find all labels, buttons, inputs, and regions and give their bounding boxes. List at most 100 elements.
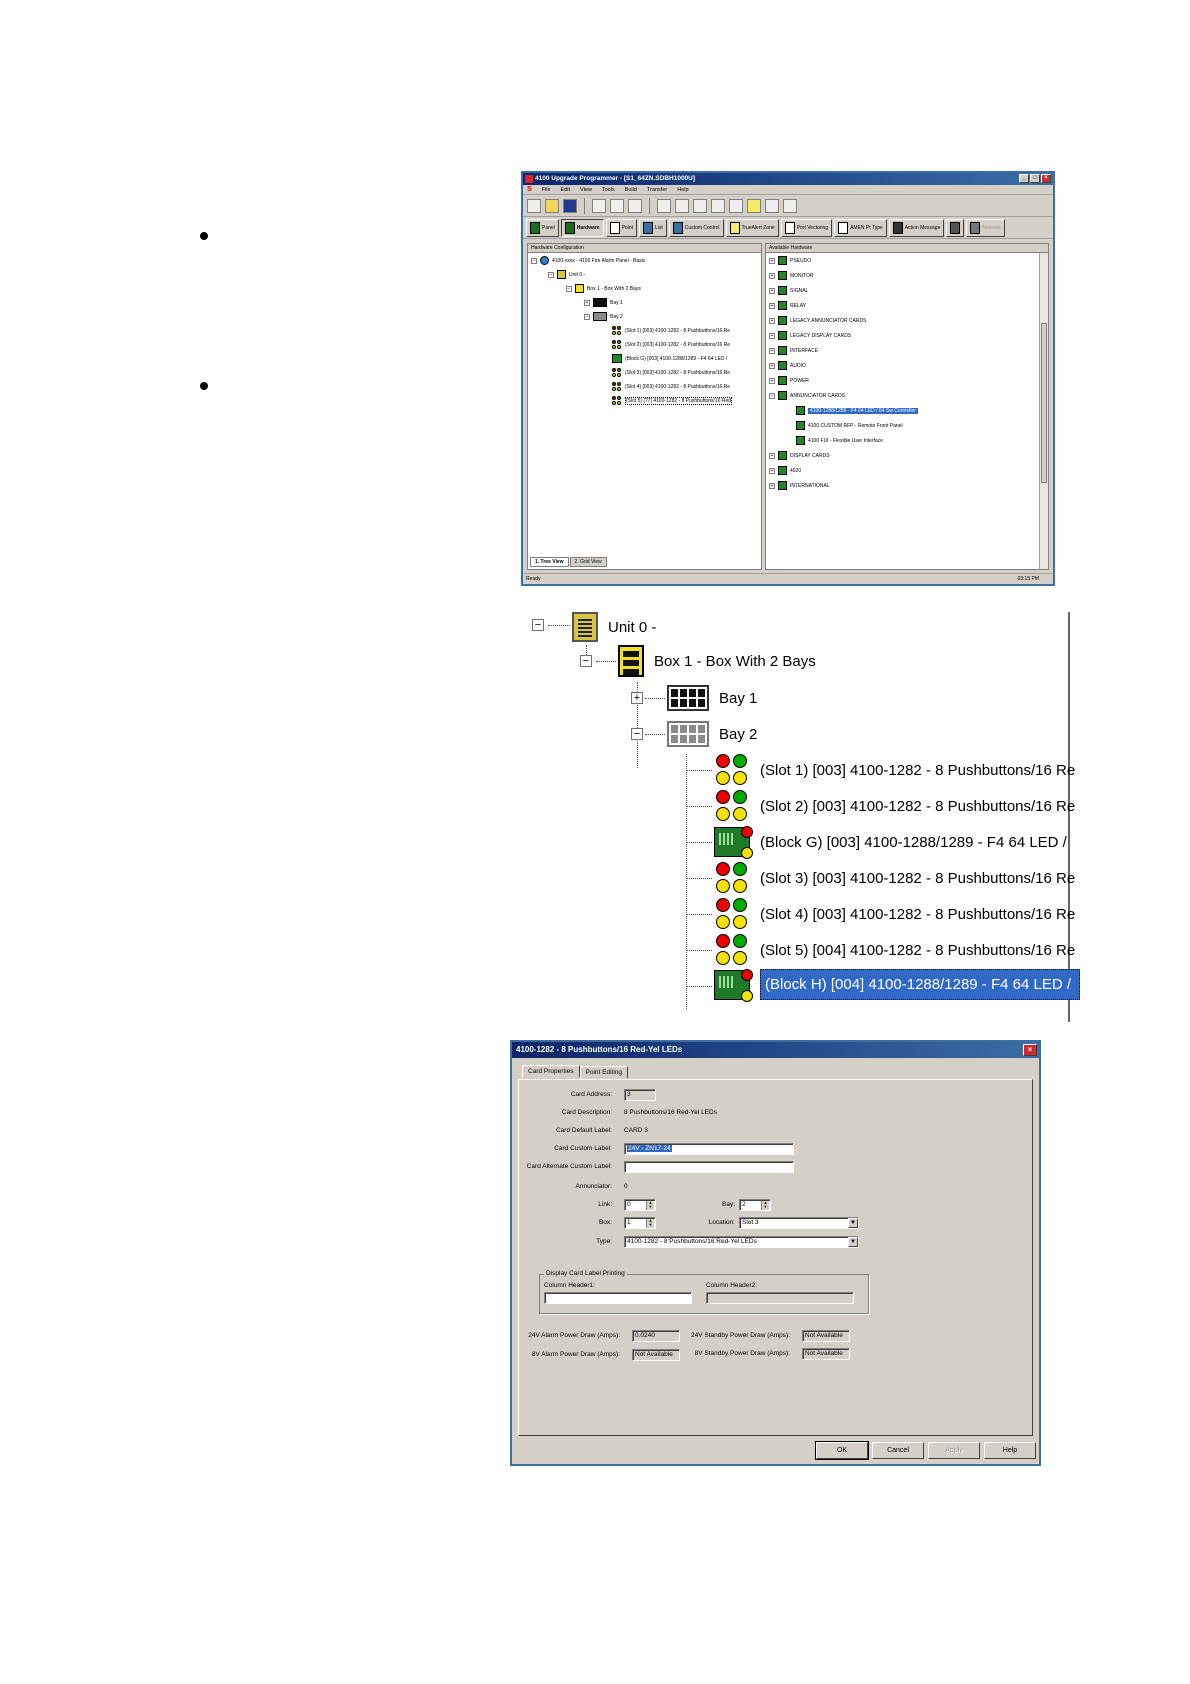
minimize-button[interactable]: _ (1019, 174, 1029, 183)
collapse-icon[interactable]: − (531, 257, 537, 264)
link-spinner[interactable]: 0 ▲ ▼ (624, 1199, 656, 1211)
tab-hardware[interactable]: Hardware (560, 218, 604, 237)
tab-grid-view[interactable]: 2. Grid View (569, 557, 607, 567)
spinner-arrows-icon[interactable]: ▲ ▼ (761, 1201, 769, 1210)
available-child[interactable]: 4100 CUSTOM RFP - Remote Front Panel (796, 421, 903, 430)
expand-icon[interactable]: + (769, 332, 775, 339)
tab-monitor-view[interactable] (946, 218, 965, 237)
expand-icon[interactable]: + (769, 347, 775, 354)
menu-file[interactable]: File (542, 187, 551, 193)
scrollbar-thumb[interactable] (1041, 323, 1047, 483)
tree-node-slot[interactable]: (Slot 4) [003] 4100-1282 - 8 Pushbuttons… (612, 382, 730, 392)
copy-icon[interactable] (610, 198, 624, 213)
tree-node-slot-selected[interactable]: (Slot 5) [?7] 4100-1282 - 8 Pushbuttons/… (612, 396, 733, 406)
zoom-node-block-selected[interactable]: (Block H) [004] 4100-1288/1289 - F4 64 L… (714, 968, 1080, 1002)
help-pointer-icon[interactable] (783, 198, 797, 213)
ok-button[interactable]: OK (815, 1441, 869, 1460)
checklist-icon[interactable] (711, 198, 725, 213)
available-item[interactable]: + LEGACY ANNUNCIATOR CARDS (769, 316, 866, 325)
zoom-node-block[interactable]: (Block G) [003] 4100-1288/1289 - F4 64 L… (714, 826, 1067, 859)
tree-node-box[interactable]: − Box 1 - Box With 2 Bays (566, 284, 641, 293)
collapse-icon[interactable]: − (769, 392, 775, 399)
available-item[interactable]: + LEGACY DISPLAY CARDS (769, 331, 851, 340)
tab-list[interactable]: List (639, 218, 667, 237)
zoom-node-bay2[interactable]: Bay 2 (667, 721, 757, 747)
available-item[interactable]: +4020 (769, 466, 801, 475)
bay-spinner[interactable]: 2 ▲ ▼ (739, 1199, 771, 1211)
collapse-icon[interactable]: − (532, 619, 544, 631)
expand-icon[interactable]: + (769, 482, 775, 489)
tree-node-bay1[interactable]: + Bay 1 (584, 298, 623, 307)
menu-help[interactable]: Help (677, 187, 688, 193)
dialog-close-button[interactable]: × (1023, 1044, 1037, 1056)
tab-network[interactable]: Network (966, 218, 1005, 237)
tools-icon[interactable] (765, 198, 779, 213)
collapse-icon[interactable]: − (584, 313, 590, 320)
available-item-expanded[interactable]: − ANNUNCIATOR CARDS (769, 391, 845, 400)
expand-icon[interactable]: + (769, 287, 775, 294)
open-folder-icon[interactable] (545, 198, 559, 213)
cut-icon[interactable] (592, 198, 606, 213)
zoom-node-slot[interactable]: (Slot 1) [003] 4100-1282 - 8 Pushbuttons… (714, 754, 1075, 786)
tab-point-editing[interactable]: Point Editing (579, 1066, 629, 1078)
available-item[interactable]: + PSEUDO (769, 256, 811, 265)
download-icon[interactable] (729, 198, 743, 213)
cancel-button[interactable]: Cancel (872, 1442, 924, 1459)
type-select[interactable]: 4100-1282 - 8 Pushbuttons/16 Red-Yel LED… (624, 1236, 859, 1248)
location-select[interactable]: Slot 3 ▼ (739, 1217, 859, 1229)
zoom-node-slot[interactable]: (Slot 2) [003] 4100-1282 - 8 Pushbuttons… (714, 790, 1075, 822)
collapse-icon[interactable]: − (580, 655, 592, 667)
menu-view[interactable]: View (580, 187, 592, 193)
menu-build[interactable]: Build (625, 187, 637, 193)
available-item[interactable]: + POWER (769, 376, 809, 385)
card-alt-label-input[interactable] (624, 1161, 794, 1173)
transfer-icon[interactable] (693, 198, 707, 213)
zoom-node-unit[interactable]: Unit 0 - (572, 612, 656, 642)
tab-custom-control[interactable]: Custom Control (668, 218, 724, 237)
menu-transfer[interactable]: Transfer (647, 187, 667, 193)
expand-icon[interactable]: + (769, 272, 775, 279)
zoom-node-slot[interactable]: (Slot 5) [004] 4100-1282 - 8 Pushbuttons… (714, 934, 1075, 966)
tab-panel[interactable]: Panel (526, 218, 559, 237)
expand-icon[interactable]: + (631, 692, 643, 704)
zoom-node-box[interactable]: Box 1 - Box With 2 Bays (618, 645, 816, 677)
tab-card-properties[interactable]: Card Properties (522, 1065, 580, 1077)
column-header1-input[interactable] (544, 1292, 692, 1304)
tree-node-unit[interactable]: − Unit 0 - (548, 270, 585, 279)
available-item[interactable]: + MONITOR (769, 271, 814, 280)
apply-button[interactable]: Apply (928, 1442, 980, 1459)
tab-action-message[interactable]: Action Message (888, 218, 945, 237)
chevron-down-icon[interactable]: ▼ (848, 1237, 858, 1247)
expand-icon[interactable]: + (769, 452, 775, 459)
tree-node-block[interactable]: (Block G) [003] 4100-1288/1289 - F4 64 L… (612, 354, 727, 363)
expand-icon[interactable]: + (769, 257, 775, 264)
paste-icon[interactable] (628, 198, 642, 213)
tab-port-vectoring[interactable]: Port Vectoring (780, 218, 833, 237)
zoom-node-bay1[interactable]: Bay 1 (667, 685, 757, 711)
available-item[interactable]: + SIGNAL (769, 286, 808, 295)
collapse-icon[interactable]: − (631, 728, 643, 740)
tab-amen-pt-type[interactable]: AMEN Pt Type (834, 218, 887, 237)
tree-node-slot[interactable]: (Slot 2) [003] 4100-1282 - 8 Pushbuttons… (612, 340, 730, 350)
available-item[interactable]: + AUDIO (769, 361, 806, 370)
expand-icon[interactable]: + (769, 302, 775, 309)
available-item[interactable]: + INTERFACE (769, 346, 818, 355)
zoom-node-slot[interactable]: (Slot 4) [003] 4100-1282 - 8 Pushbuttons… (714, 898, 1075, 930)
tree-node-slot[interactable]: (Slot 3) [003] 4100-1282 - 8 Pushbuttons… (612, 368, 730, 378)
expand-icon[interactable]: + (769, 467, 775, 474)
tree-node-slot[interactable]: (Slot 1) [003] 4100-1282 - 8 Pushbuttons… (612, 326, 730, 336)
menu-tools[interactable]: Tools (602, 187, 615, 193)
expand-icon[interactable]: + (584, 299, 590, 306)
card-custom-label-input[interactable]: 24V - ZN17-24 (624, 1143, 794, 1155)
available-item[interactable]: + RELAY (769, 301, 806, 310)
expand-icon[interactable]: + (769, 377, 775, 384)
save-icon[interactable] (563, 198, 577, 213)
available-child[interactable]: 4100 FUI - Flexible User Interface (796, 436, 883, 445)
print-icon[interactable] (657, 198, 671, 213)
zoom-node-slot[interactable]: (Slot 3) [003] 4100-1282 - 8 Pushbuttons… (714, 862, 1075, 894)
box-spinner[interactable]: 1 ▲ ▼ (624, 1217, 656, 1229)
tab-point[interactable]: Point (605, 218, 637, 237)
chevron-down-icon[interactable]: ▼ (848, 1218, 858, 1228)
collapse-icon[interactable]: − (548, 271, 554, 278)
available-item[interactable]: + INTERNATIONAL (769, 481, 830, 490)
